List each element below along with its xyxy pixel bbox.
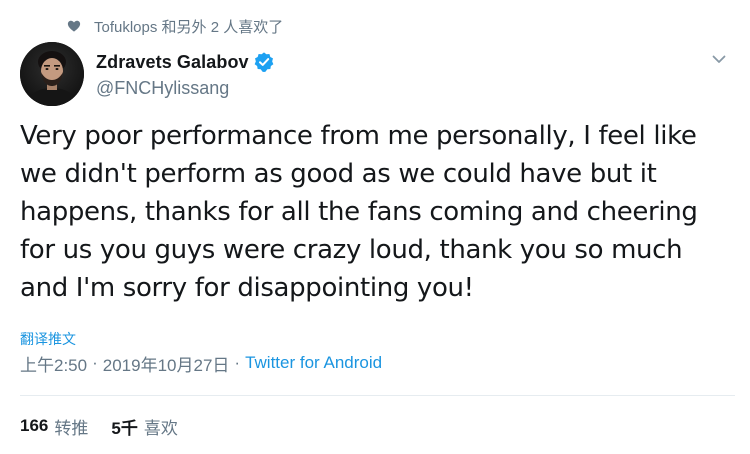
meta-separator: · xyxy=(234,353,241,372)
name-row: Zdravets Galabov xyxy=(96,51,275,73)
retweets-count: 166 xyxy=(20,416,49,435)
avatar[interactable] xyxy=(20,42,84,106)
tweet-source-link[interactable]: Twitter for Android xyxy=(245,353,382,373)
tweet-date[interactable]: 2019年10月27日 xyxy=(103,351,230,376)
likes-count: 5千 xyxy=(111,418,138,438)
social-context-text: Tofuklops 和另外 2 人喜欢了 xyxy=(94,18,284,36)
user-handle[interactable]: @FNCHylissang xyxy=(96,77,275,99)
meta-separator: · xyxy=(92,353,98,372)
translate-tweet-link[interactable]: 翻译推文 xyxy=(20,329,76,349)
display-name[interactable]: Zdravets Galabov xyxy=(96,52,249,73)
tweet-time[interactable]: 上午2:50 xyxy=(20,351,87,376)
author-block[interactable]: Zdravets Galabov @FNCHylissang xyxy=(96,51,275,99)
likes-label: 喜欢 xyxy=(143,418,178,438)
retweets-label: 转推 xyxy=(54,418,89,438)
likes-stat[interactable]: 5千 喜欢 xyxy=(111,414,177,439)
social-context[interactable]: Tofuklops 和另外 2 人喜欢了 xyxy=(67,15,283,37)
retweets-stat[interactable]: 166 转推 xyxy=(20,414,88,439)
tweet-text: Very poor performance from me personally… xyxy=(20,121,698,303)
divider xyxy=(20,395,735,396)
tweet-stats: 166 转推 5千 喜欢 xyxy=(20,414,201,438)
chevron-down-icon[interactable] xyxy=(710,52,728,66)
tweet-meta: 上午2:50 · 2019年10月27日 · Twitter for Andro… xyxy=(20,351,382,375)
heart-icon xyxy=(67,19,81,33)
verified-badge-icon xyxy=(253,51,275,73)
